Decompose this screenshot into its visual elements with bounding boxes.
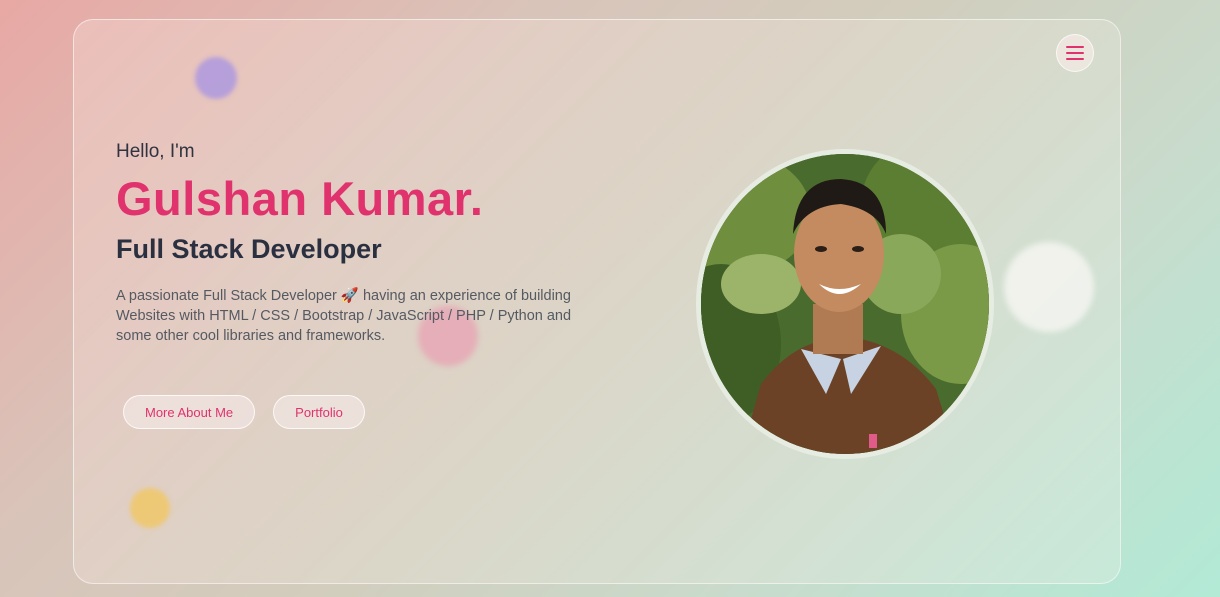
menu-button[interactable]	[1056, 34, 1094, 72]
avatar-frame	[696, 149, 994, 459]
decorative-blob-purple	[195, 57, 237, 99]
developer-description: A passionate Full Stack Developer 🚀 havi…	[116, 288, 572, 344]
hamburger-menu-icon	[1066, 46, 1084, 60]
greeting-text: Hello, I'm	[116, 141, 195, 162]
profile-photo	[701, 154, 989, 454]
developer-role: Full Stack Developer	[116, 234, 382, 264]
hero-buttons: More About Me Portfolio	[123, 395, 365, 429]
portfolio-button[interactable]: Portfolio	[273, 395, 365, 429]
hero-card: Hello, I'm Gulshan Kumar. Full Stack Dev…	[73, 19, 1121, 584]
decorative-blob-yellow	[130, 488, 170, 528]
more-about-me-button[interactable]: More About Me	[123, 395, 256, 429]
portrait-illustration	[701, 154, 989, 454]
decorative-blob-white	[1004, 242, 1094, 332]
intro-section: Hello, I'm Gulshan Kumar. Full Stack Dev…	[116, 140, 616, 346]
developer-name: Gulshan Kumar.	[116, 172, 484, 225]
